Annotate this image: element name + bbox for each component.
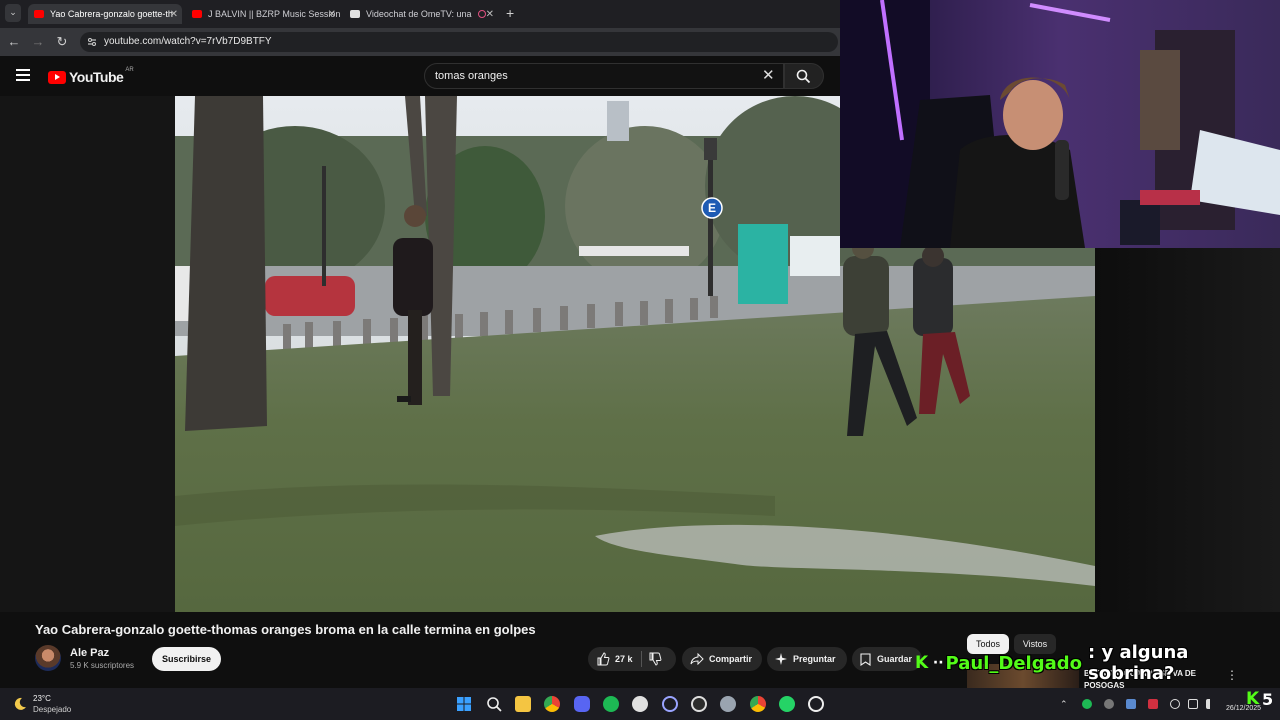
- search-button[interactable]: [784, 63, 824, 89]
- app-icon[interactable]: [632, 696, 648, 712]
- microphone-icon[interactable]: [1170, 699, 1180, 709]
- chat-separator: ··: [932, 655, 944, 671]
- channel-name[interactable]: Ale Paz: [70, 647, 109, 659]
- weather-description[interactable]: Despejado: [33, 705, 71, 714]
- share-label: Compartir: [709, 654, 753, 664]
- windows-taskbar: 23°C Despejado ⌃ 26/12/2025: [0, 688, 1280, 720]
- subscribe-button[interactable]: Suscribirse: [152, 647, 221, 671]
- like-separator: [640, 651, 642, 667]
- ask-label: Preguntar: [793, 654, 836, 664]
- youtube-logo[interactable]: YouTube AR: [48, 67, 134, 85]
- search-input[interactable]: tomas oranges: [424, 63, 784, 89]
- kick-viewer-count: 5: [1262, 690, 1274, 709]
- chatgpt-icon[interactable]: [808, 696, 824, 712]
- tray-app3-icon[interactable]: [1148, 699, 1158, 709]
- spotify-icon[interactable]: [603, 696, 619, 712]
- thumbs-down-icon[interactable]: [648, 652, 662, 666]
- chrome-alt-icon[interactable]: [750, 696, 766, 712]
- recording-indicator-icon: [477, 10, 486, 18]
- youtube-favicon-icon: [34, 10, 44, 18]
- search-icon: [796, 69, 811, 84]
- close-tab-icon[interactable]: ✕: [486, 9, 494, 20]
- windows-start-icon[interactable]: [456, 696, 472, 712]
- tab-label: Videochat de OmeTV: una: [366, 9, 472, 19]
- taskbar-search-icon[interactable]: [486, 696, 502, 712]
- app-circle-icon[interactable]: [662, 696, 678, 712]
- video-title: Yao Cabrera-gonzalo goette-thomas orange…: [35, 622, 536, 637]
- youtube-favicon-icon: [192, 10, 202, 18]
- tab-ometv[interactable]: Videochat de OmeTV: una ✕: [344, 4, 498, 24]
- whatsapp-icon[interactable]: [779, 696, 795, 712]
- parking-sign-letter: E: [708, 201, 717, 215]
- stream-chat-overlay: K ·· Paul_Delgado : y alguna sobrina?: [915, 642, 1280, 684]
- moon-icon[interactable]: [12, 696, 28, 712]
- tab-label: Yao Cabrera-gonzalo goette-th: [50, 9, 173, 19]
- channel-avatar[interactable]: [35, 645, 61, 671]
- streamer-webcam-overlay: [840, 0, 1280, 248]
- player-letterbox-left: [0, 96, 175, 612]
- kick-logo-icon: K: [1246, 689, 1260, 709]
- back-arrow-icon[interactable]: ←: [6, 34, 22, 49]
- chat-message: : y alguna sobrina?: [1088, 642, 1189, 684]
- clear-search-icon[interactable]: ✕: [762, 67, 775, 85]
- network-icon[interactable]: [1188, 699, 1198, 709]
- url-field[interactable]: youtube.com/watch?v=7rVb7D9BTFY: [80, 32, 838, 52]
- chrome-icon[interactable]: [544, 696, 560, 712]
- thumbs-up-icon[interactable]: [596, 652, 610, 666]
- tab-list-button[interactable]: ⌄: [5, 4, 21, 22]
- chat-username: Paul_Delgado: [945, 652, 1082, 674]
- ask-button[interactable]: Preguntar: [767, 647, 847, 671]
- youtube-play-icon: [48, 70, 66, 84]
- youtube-wordmark: YouTube: [69, 69, 124, 85]
- like-dislike-group: 27 k: [588, 647, 676, 671]
- tray-app-icon[interactable]: [1104, 699, 1114, 709]
- sparkle-icon: [775, 653, 787, 665]
- discord-icon[interactable]: [574, 696, 590, 712]
- volume-icon[interactable]: [1206, 699, 1216, 709]
- weather-temperature[interactable]: 23°C: [33, 694, 51, 703]
- search-value: tomas oranges: [435, 70, 508, 82]
- tray-app2-icon[interactable]: [1126, 699, 1136, 709]
- spotify-tray-icon[interactable]: [1082, 699, 1092, 709]
- save-label: Guardar: [877, 654, 913, 664]
- ometv-favicon-icon: [350, 10, 360, 18]
- forward-arrow-icon[interactable]: →: [30, 34, 46, 49]
- hamburger-menu-icon[interactable]: [16, 69, 30, 81]
- tab-label: J BALVIN || BZRP Music Session: [208, 9, 340, 19]
- new-tab-button[interactable]: +: [506, 5, 514, 21]
- settings-gear-icon[interactable]: [720, 696, 736, 712]
- reload-icon[interactable]: ↻: [54, 34, 70, 50]
- url-text: youtube.com/watch?v=7rVb7D9BTFY: [104, 36, 272, 47]
- save-button[interactable]: Guardar: [852, 647, 922, 671]
- file-explorer-icon[interactable]: [515, 696, 531, 712]
- bookmark-icon: [860, 652, 871, 666]
- subscriber-count: 5.9 K suscriptores: [70, 661, 135, 670]
- kick-badge-icon: K: [915, 653, 929, 673]
- close-tab-icon[interactable]: ✕: [328, 9, 336, 20]
- site-info-icon[interactable]: [87, 37, 97, 47]
- country-code: AR: [125, 67, 134, 73]
- tab-youtube-video[interactable]: Yao Cabrera-gonzalo goette-th ✕: [28, 4, 182, 24]
- webcam-room-scene: [840, 0, 1280, 248]
- like-count[interactable]: 27 k: [615, 654, 633, 664]
- close-tab-icon[interactable]: ✕: [170, 9, 178, 20]
- share-button[interactable]: Compartir: [682, 647, 762, 671]
- tab-music-session[interactable]: J BALVIN || BZRP Music Session ✕: [186, 4, 340, 24]
- share-icon: [690, 653, 704, 665]
- show-hidden-icons-icon[interactable]: ⌃: [1060, 699, 1070, 709]
- obs-icon[interactable]: [691, 696, 707, 712]
